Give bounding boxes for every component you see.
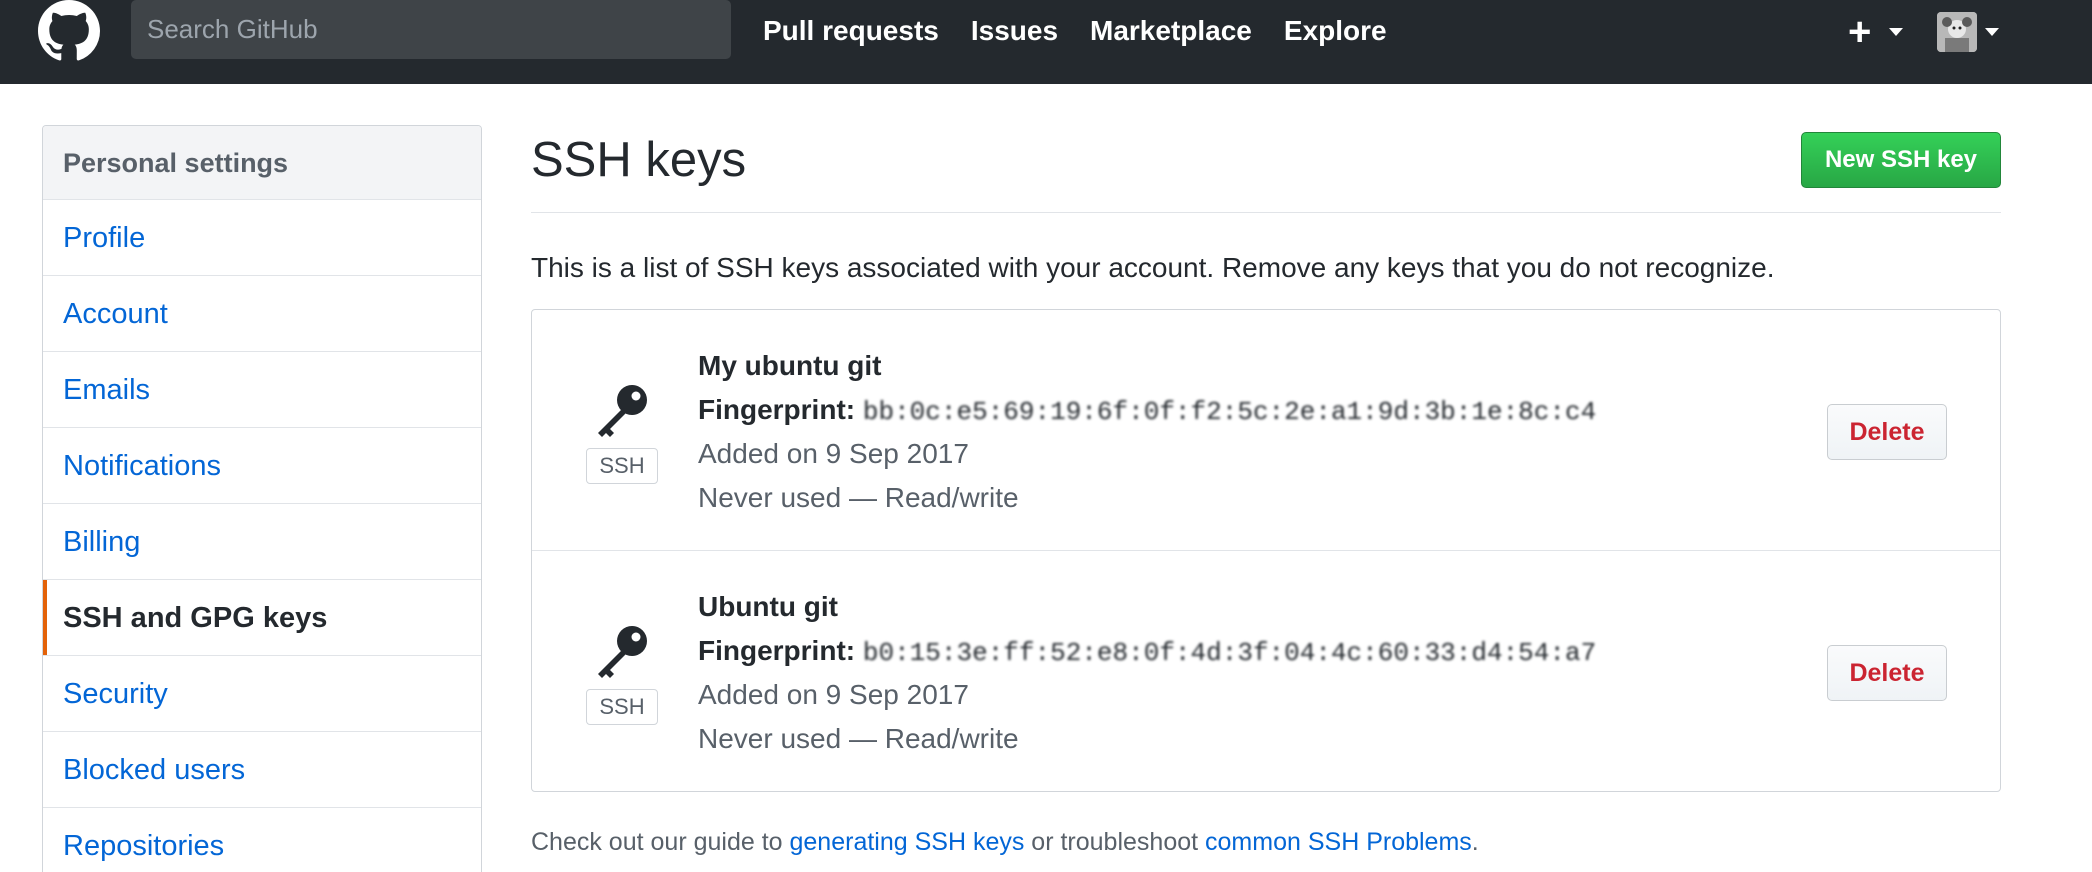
sidebar-heading: Personal settings <box>43 126 481 200</box>
sidebar-item-profile[interactable]: Profile <box>43 200 481 276</box>
key-fingerprint: Fingerprint: bb:0c:e5:69:19:6f:0f:f2:5c:… <box>698 392 1596 430</box>
search-input[interactable] <box>131 0 731 59</box>
key-icon <box>598 385 647 437</box>
sidebar-item-repositories[interactable]: Repositories <box>43 808 481 872</box>
footer-suffix: . <box>1471 828 1479 856</box>
delete-key-button[interactable]: Delete <box>1827 404 1947 460</box>
fingerprint-value: b0:15:3e:ff:52:e8:0f:4d:3f:04:4c:60:33:d… <box>862 638 1597 668</box>
caret-down-icon[interactable] <box>1889 28 1903 36</box>
top-nav: Pull requests Issues Marketplace Explore <box>763 12 1419 50</box>
nav-issues[interactable]: Issues <box>971 12 1058 50</box>
sidebar-item-ssh-gpg-keys[interactable]: SSH and GPG keys <box>43 580 481 656</box>
key-title: Ubuntu git <box>698 591 838 622</box>
key-added-date: Added on 9 Sep 2017 <box>698 438 969 469</box>
nav-explore[interactable]: Explore <box>1284 12 1387 50</box>
sidebar-item-notifications[interactable]: Notifications <box>43 428 481 504</box>
fingerprint-value: bb:0c:e5:69:19:6f:0f:f2:5c:2e:a1:9d:3b:1… <box>862 397 1597 427</box>
fingerprint-label: Fingerprint: <box>698 394 856 425</box>
global-header: Pull requests Issues Marketplace Explore… <box>0 0 2092 84</box>
sidebar-item-emails[interactable]: Emails <box>43 352 481 428</box>
search-box[interactable] <box>131 0 731 59</box>
generating-ssh-keys-link[interactable]: generating SSH keys <box>790 828 1025 856</box>
settings-sidebar: Personal settings Profile Account Emails… <box>42 125 482 872</box>
sidebar-item-blocked-users[interactable]: Blocked users <box>43 732 481 808</box>
delete-key-button[interactable]: Delete <box>1827 645 1947 701</box>
footer-middle: or troubleshoot <box>1024 828 1206 856</box>
sidebar-item-security[interactable]: Security <box>43 656 481 732</box>
nav-pull-requests[interactable]: Pull requests <box>763 12 939 50</box>
sidebar-item-account[interactable]: Account <box>43 276 481 352</box>
avatar[interactable] <box>1937 12 1977 52</box>
caret-down-icon[interactable] <box>1985 28 1999 36</box>
fingerprint-label: Fingerprint: <box>698 635 856 666</box>
ssh-badge: SSH <box>586 689 658 725</box>
common-ssh-problems-link[interactable]: common SSH Problems <box>1205 828 1472 856</box>
ssh-key-list: SSH My ubuntu git Fingerprint: bb:0c:e5:… <box>531 309 2001 792</box>
key-usage: Never used — Read/write <box>698 723 1019 754</box>
list-item: SSH My ubuntu git Fingerprint: bb:0c:e5:… <box>532 310 2000 550</box>
list-item: SSH Ubuntu git Fingerprint: b0:15:3e:ff:… <box>532 550 2000 790</box>
key-usage: Never used — Read/write <box>698 482 1019 513</box>
page-title: SSH keys <box>531 133 747 187</box>
help-footer: Check out our guide to generating SSH ke… <box>531 826 1479 858</box>
ssh-badge: SSH <box>586 448 658 484</box>
intro-text: This is a list of SSH keys associated wi… <box>531 252 1775 283</box>
footer-prefix: Check out our guide to <box>531 828 790 856</box>
plus-icon[interactable]: + <box>1848 10 1871 54</box>
nav-marketplace[interactable]: Marketplace <box>1090 12 1252 50</box>
new-ssh-key-button[interactable]: New SSH key <box>1801 132 2001 188</box>
github-mark-icon[interactable] <box>36 0 102 62</box>
key-title: My ubuntu git <box>698 350 882 381</box>
sidebar-item-billing[interactable]: Billing <box>43 504 481 580</box>
key-fingerprint: Fingerprint: b0:15:3e:ff:52:e8:0f:4d:3f:… <box>698 633 1596 671</box>
key-added-date: Added on 9 Sep 2017 <box>698 679 969 710</box>
title-divider <box>531 212 2001 213</box>
key-icon <box>598 626 647 678</box>
